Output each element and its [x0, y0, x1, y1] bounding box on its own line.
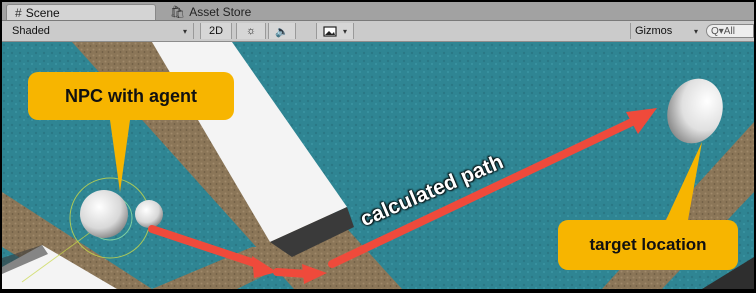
toggle-2d-button[interactable]: 2D [200, 23, 232, 39]
speaker-icon: 🔈 [275, 25, 289, 38]
gizmos-dropdown[interactable]: Gizmos ▾ [630, 23, 702, 39]
tab-scene[interactable]: # Scene [6, 4, 156, 20]
tab-asset-store-label: Asset Store [189, 5, 252, 19]
sun-icon: ☼ [245, 25, 257, 37]
gizmos-label: Gizmos [635, 25, 673, 37]
search-field-text: Q▾All [711, 25, 735, 37]
scene-search-input[interactable]: Q▾All [706, 24, 754, 38]
chevron-down-icon: ▾ [182, 26, 187, 36]
shading-mode-dropdown[interactable]: Shaded ▾ [6, 23, 194, 39]
npc-callout: NPC with agent [28, 72, 234, 120]
store-icon: 🛍 [170, 5, 186, 19]
chevron-down-icon: ▾ [693, 26, 698, 36]
tab-asset-store[interactable]: 🛍 Asset Store [162, 4, 332, 20]
audio-toggle-button[interactable]: 🔈 [268, 23, 296, 39]
hash-icon: # [15, 5, 22, 20]
shading-mode-label: Shaded [12, 25, 50, 37]
chevron-down-icon: ▾ [342, 26, 347, 36]
tab-scene-label: Scene [25, 5, 60, 20]
target-callout: target location [558, 220, 738, 270]
scene-toolbar: Shaded ▾ 2D ☼ 🔈 ▾ Gizmos ▾ Q▾All [2, 21, 754, 42]
tab-bar: # Scene 🛍 Asset Store [2, 2, 754, 21]
npc-callout-label: NPC with agent [64, 85, 197, 106]
target-callout-label: target location [589, 235, 707, 254]
lighting-toggle-button[interactable]: ☼ [236, 23, 266, 39]
image-icon [323, 25, 337, 37]
toggle-2d-label: 2D [208, 25, 224, 37]
unity-scene-window: # Scene 🛍 Asset Store Shaded ▾ 2D ☼ 🔈 ▾ [2, 2, 754, 289]
effects-dropdown-button[interactable]: ▾ [316, 23, 354, 39]
scene-viewport[interactable]: NPC with agent calculated path target lo… [2, 42, 754, 289]
